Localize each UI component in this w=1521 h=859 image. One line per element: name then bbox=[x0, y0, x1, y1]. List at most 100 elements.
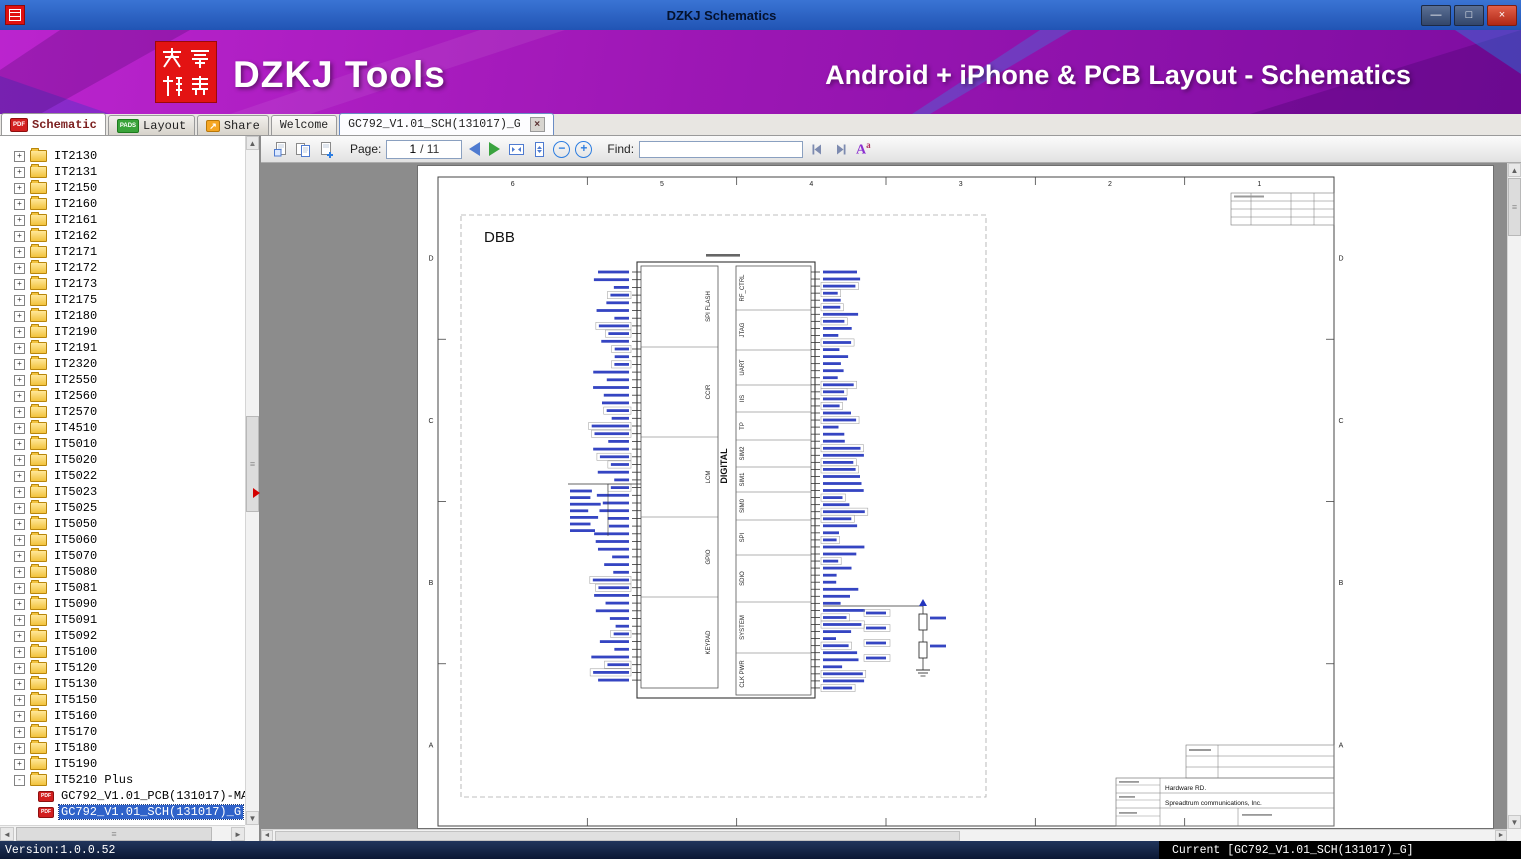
tree-item[interactable]: + IT4510 bbox=[0, 420, 245, 436]
expand-icon[interactable]: + bbox=[14, 454, 25, 466]
tree-item[interactable]: + IT2161 bbox=[0, 212, 245, 228]
minimize-button[interactable]: — bbox=[1421, 4, 1451, 26]
tree-item[interactable]: + IT2190 bbox=[0, 324, 245, 340]
expand-icon[interactable]: + bbox=[14, 262, 25, 274]
tab-share[interactable]: ↗ Share bbox=[197, 115, 269, 135]
tree-item[interactable]: + IT2550 bbox=[0, 372, 245, 388]
expand-icon[interactable]: + bbox=[14, 230, 25, 242]
tree-item[interactable]: + IT2173 bbox=[0, 276, 245, 292]
continuous-pages-icon[interactable] bbox=[317, 140, 335, 158]
scroll-left-icon[interactable]: ◄ bbox=[261, 830, 273, 841]
tree-item[interactable]: + IT5120 bbox=[0, 660, 245, 676]
viewer-vertical-scrollbar[interactable]: ▲ ≡ ▼ bbox=[1507, 163, 1521, 829]
match-case-icon[interactable]: Aa bbox=[856, 140, 871, 159]
expand-icon[interactable]: + bbox=[14, 662, 25, 674]
expand-icon[interactable]: + bbox=[14, 598, 25, 610]
expand-icon[interactable]: + bbox=[14, 534, 25, 546]
tab-layout[interactable]: PADS Layout bbox=[107, 115, 196, 135]
expand-icon[interactable]: + bbox=[14, 438, 25, 450]
tree-doc-item[interactable]: PDF GC792_V1.01_PCB(131017)-MARK bbox=[0, 788, 245, 804]
expand-icon[interactable]: + bbox=[14, 198, 25, 210]
expand-icon[interactable]: + bbox=[14, 550, 25, 562]
expand-icon[interactable]: + bbox=[14, 182, 25, 194]
tree-item[interactable]: + IT5190 bbox=[0, 756, 245, 772]
expand-icon[interactable]: + bbox=[14, 614, 25, 626]
tree-item[interactable]: + IT5091 bbox=[0, 612, 245, 628]
page-number-input[interactable]: 1 / 11 bbox=[386, 139, 463, 159]
expand-icon[interactable]: + bbox=[14, 390, 25, 402]
close-tab-icon[interactable]: × bbox=[529, 117, 545, 132]
tab-schematic[interactable]: PDF Schematic bbox=[1, 113, 106, 135]
tree-item[interactable]: + IT5180 bbox=[0, 740, 245, 756]
tree-item[interactable]: + IT5022 bbox=[0, 468, 245, 484]
viewer-horizontal-scrollbar[interactable]: ◄ ► bbox=[261, 829, 1507, 841]
expand-icon[interactable]: + bbox=[14, 150, 25, 162]
scrollbar-thumb[interactable]: ≡ bbox=[1508, 178, 1521, 236]
expand-icon[interactable]: + bbox=[14, 166, 25, 178]
tree-item[interactable]: + IT2171 bbox=[0, 244, 245, 260]
expand-icon[interactable]: + bbox=[14, 678, 25, 690]
expand-icon[interactable]: + bbox=[14, 710, 25, 722]
expand-icon[interactable]: + bbox=[14, 470, 25, 482]
sidebar-collapse-arrow[interactable] bbox=[253, 488, 260, 498]
tree-item[interactable]: + IT5080 bbox=[0, 564, 245, 580]
expand-icon[interactable]: + bbox=[14, 358, 25, 370]
close-button[interactable]: × bbox=[1487, 4, 1517, 26]
expand-icon[interactable]: + bbox=[14, 646, 25, 658]
tree-item[interactable]: + IT2320 bbox=[0, 356, 245, 372]
tree-item[interactable]: + IT5090 bbox=[0, 596, 245, 612]
scroll-down-icon[interactable]: ▼ bbox=[1508, 815, 1521, 829]
collapse-icon[interactable]: - bbox=[14, 774, 25, 786]
tree-item[interactable]: + IT2570 bbox=[0, 404, 245, 420]
tree-item[interactable]: - IT5210 Plus bbox=[0, 772, 245, 788]
expand-icon[interactable]: + bbox=[14, 406, 25, 418]
tree-item[interactable]: + IT2150 bbox=[0, 180, 245, 196]
expand-icon[interactable]: + bbox=[14, 422, 25, 434]
doc-tab-current[interactable]: GC792_V1.01_SCH(131017)_G × bbox=[339, 113, 554, 135]
tree-item[interactable]: + IT5010 bbox=[0, 436, 245, 452]
expand-icon[interactable]: + bbox=[14, 326, 25, 338]
sidebar-vertical-scrollbar[interactable]: ▲ ≡ ▼ bbox=[245, 136, 259, 825]
scroll-right-icon[interactable]: ► bbox=[1495, 830, 1507, 841]
tree-item[interactable]: + IT5020 bbox=[0, 452, 245, 468]
expand-icon[interactable]: + bbox=[14, 342, 25, 354]
tree-item[interactable]: + IT5100 bbox=[0, 644, 245, 660]
tree-item[interactable]: + IT5060 bbox=[0, 532, 245, 548]
tree-item[interactable]: + IT5160 bbox=[0, 708, 245, 724]
tree-item[interactable]: + IT2131 bbox=[0, 164, 245, 180]
expand-icon[interactable]: + bbox=[14, 294, 25, 306]
find-previous-icon[interactable] bbox=[808, 140, 826, 158]
tree-item[interactable]: + IT5130 bbox=[0, 676, 245, 692]
previous-page-button[interactable] bbox=[469, 142, 481, 156]
scrollbar-thumb[interactable] bbox=[275, 831, 961, 841]
expand-icon[interactable]: + bbox=[14, 582, 25, 594]
expand-icon[interactable]: + bbox=[14, 374, 25, 386]
expand-icon[interactable]: + bbox=[14, 486, 25, 498]
single-page-icon[interactable] bbox=[271, 140, 289, 158]
tree-item[interactable]: + IT2162 bbox=[0, 228, 245, 244]
expand-icon[interactable]: + bbox=[14, 758, 25, 770]
fit-page-icon[interactable] bbox=[530, 140, 548, 158]
expand-icon[interactable]: + bbox=[14, 502, 25, 514]
tree-item[interactable]: + IT5170 bbox=[0, 724, 245, 740]
tree-item[interactable]: + IT5092 bbox=[0, 628, 245, 644]
expand-icon[interactable]: + bbox=[14, 246, 25, 258]
tree-item[interactable]: + IT5050 bbox=[0, 516, 245, 532]
expand-icon[interactable]: + bbox=[14, 278, 25, 290]
sidebar-horizontal-scrollbar[interactable]: ◄ ≡ ► bbox=[0, 825, 245, 841]
tree-item[interactable]: + IT5023 bbox=[0, 484, 245, 500]
fit-width-icon[interactable] bbox=[507, 140, 525, 158]
expand-icon[interactable]: + bbox=[14, 310, 25, 322]
scroll-up-icon[interactable]: ▲ bbox=[246, 136, 259, 150]
tree-item[interactable]: + IT2172 bbox=[0, 260, 245, 276]
expand-icon[interactable]: + bbox=[14, 630, 25, 642]
scroll-right-icon[interactable]: ► bbox=[231, 827, 245, 841]
tree-item[interactable]: + IT2130 bbox=[0, 148, 245, 164]
expand-icon[interactable]: + bbox=[14, 566, 25, 578]
next-page-button[interactable] bbox=[489, 142, 501, 156]
facing-pages-icon[interactable] bbox=[294, 140, 312, 158]
tree-doc-item[interactable]: PDF GC792_V1.01_SCH(131017)_G bbox=[0, 804, 245, 820]
find-next-icon[interactable] bbox=[831, 140, 849, 158]
scroll-left-icon[interactable]: ◄ bbox=[0, 827, 14, 841]
expand-icon[interactable]: + bbox=[14, 518, 25, 530]
